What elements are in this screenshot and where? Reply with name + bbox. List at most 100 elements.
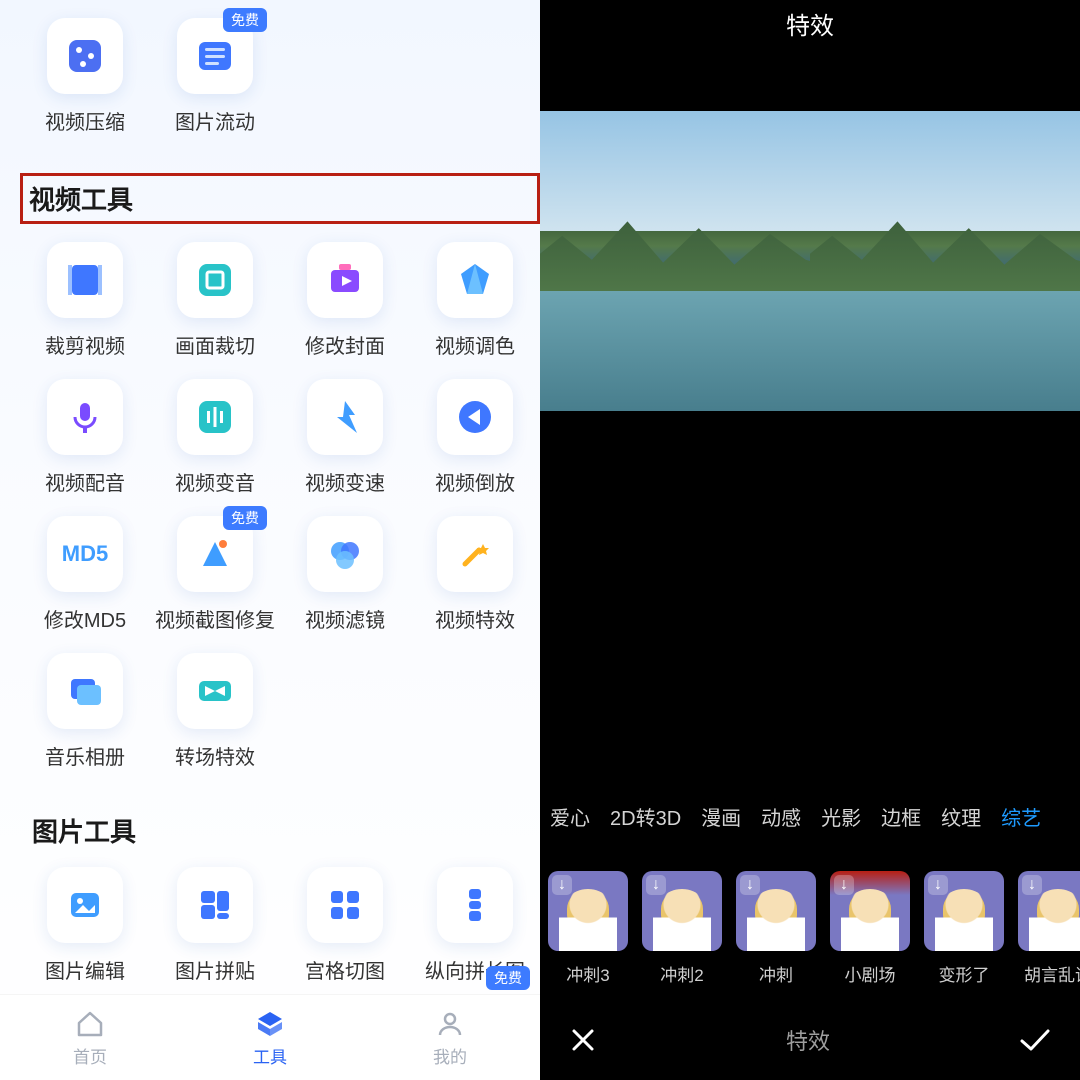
tool-video-effect[interactable]: 视频特效 [410, 516, 540, 633]
download-icon: ↓ [928, 875, 948, 895]
tool-label: 视频滤镜 [305, 604, 385, 633]
check-icon [1018, 1025, 1052, 1055]
tool-video-filter[interactable]: 视频滤镜 [280, 516, 410, 633]
tool-video-color[interactable]: 视频调色 [410, 242, 540, 359]
tool-label: 视频变速 [305, 467, 385, 496]
effect-sprint[interactable]: ↓ 冲刺 [736, 871, 816, 986]
download-icon: ↓ [552, 875, 572, 895]
tool-label: 视频变音 [175, 467, 255, 496]
effect-label: 冲刺 [759, 961, 793, 986]
video-reverse-icon [437, 379, 513, 455]
tool-label: 视频配音 [45, 467, 125, 496]
tool-grid-cut[interactable]: 宫格切图 [280, 867, 410, 984]
cat-variety[interactable]: 综艺 [1001, 802, 1041, 831]
tool-edit-cover[interactable]: 修改封面 [280, 242, 410, 359]
tool-voice-change[interactable]: 视频变音 [150, 379, 280, 496]
cancel-button[interactable] [568, 1025, 598, 1055]
home-icon [73, 1007, 107, 1041]
tool-video-dub[interactable]: 视频配音 [20, 379, 150, 496]
effect-category-tabs: 爱心 2D转3D 漫画 动感 光影 边框 纹理 综艺 [540, 792, 1080, 851]
transition-fx-icon [177, 653, 253, 729]
close-icon [568, 1025, 598, 1055]
image-tools-title: 图片工具 [0, 790, 540, 867]
tool-music-album[interactable]: 音乐相册 [20, 653, 150, 770]
video-compress-icon [47, 18, 123, 94]
voice-change-icon [177, 379, 253, 455]
tool-screenshot-fix[interactable]: 免费 视频截图修复 [150, 516, 280, 633]
tool-label: 视频调色 [435, 330, 515, 359]
nav-label: 工具 [253, 1043, 287, 1068]
tools-icon [253, 1007, 287, 1041]
effect-label: 小剧场 [845, 961, 896, 986]
effect-theatre[interactable]: ↓ 小剧场 [830, 871, 910, 986]
effect-nonsense[interactable]: ↓ 胡言乱语 [1018, 871, 1080, 986]
video-tools-title: 视频工具 [29, 185, 133, 215]
frame-crop-icon [177, 242, 253, 318]
tool-frame-crop[interactable]: 画面裁切 [150, 242, 280, 359]
tool-label: 修改封面 [305, 330, 385, 359]
crop-video-icon [47, 242, 123, 318]
preview-right [810, 111, 1080, 411]
video-preview[interactable] [540, 51, 1080, 471]
grid-cut-icon [307, 867, 383, 943]
preview-left [540, 111, 810, 411]
nav-mine[interactable]: 我的 [433, 1007, 467, 1068]
tool-label: 图片拼贴 [175, 955, 255, 984]
image-flow-icon: 免费 [177, 18, 253, 94]
download-icon: ↓ [834, 875, 854, 895]
tool-image-flow[interactable]: 免费 图片流动 [150, 18, 280, 135]
tool-image-edit[interactable]: 图片编辑 [20, 867, 150, 984]
cat-texture[interactable]: 纹理 [941, 802, 981, 831]
tools-screen: 视频压缩 免费 图片流动 视频工具 裁剪视频 画面裁切 [0, 0, 540, 1080]
md5-icon: MD5 [47, 516, 123, 592]
cat-dynamic[interactable]: 动感 [761, 802, 801, 831]
video-tools-grid: 裁剪视频 画面裁切 修改封面 视频调色 视频配音 [0, 242, 540, 790]
free-badge: 免费 [223, 506, 267, 530]
effect-sprint2[interactable]: ↓ 冲刺2 [642, 871, 722, 986]
cat-comic[interactable]: 漫画 [701, 802, 741, 831]
effect-deformed[interactable]: ↓ 变形了 [924, 871, 1004, 986]
video-filter-icon [307, 516, 383, 592]
screenshot-fix-icon: 免费 [177, 516, 253, 592]
tool-video-compress[interactable]: 视频压缩 [20, 18, 150, 135]
music-album-icon [47, 653, 123, 729]
tool-label: 图片流动 [175, 106, 255, 135]
nav-label: 首页 [73, 1043, 107, 1068]
free-badge: 免费 [223, 8, 267, 32]
tool-label: 裁剪视频 [45, 330, 125, 359]
vertical-long-icon [437, 867, 513, 943]
nav-home[interactable]: 首页 [73, 1007, 107, 1068]
cat-light[interactable]: 光影 [821, 802, 861, 831]
download-icon: ↓ [646, 875, 666, 895]
tool-label: 修改MD5 [44, 604, 126, 633]
effect-sprint3[interactable]: ↓ 冲刺3 [548, 871, 628, 986]
confirm-button[interactable] [1018, 1025, 1052, 1055]
download-icon: ↓ [740, 875, 760, 895]
edit-cover-icon [307, 242, 383, 318]
tool-speed-change[interactable]: 视频变速 [280, 379, 410, 496]
download-icon: ↓ [1022, 875, 1042, 895]
tool-video-reverse[interactable]: 视频倒放 [410, 379, 540, 496]
effect-label: 变形了 [939, 961, 990, 986]
tool-crop-video[interactable]: 裁剪视频 [20, 242, 150, 359]
tool-label: 宫格切图 [305, 955, 385, 984]
tool-label: 画面裁切 [175, 330, 255, 359]
tool-transition-fx[interactable]: 转场特效 [150, 653, 280, 770]
effects-title: 特效 [540, 0, 1080, 51]
tool-label: 转场特效 [175, 741, 255, 770]
cat-2d3d[interactable]: 2D转3D [610, 802, 681, 831]
tool-edit-md5[interactable]: MD5 修改MD5 [20, 516, 150, 633]
effects-bottom-bar: 特效 [540, 996, 1080, 1080]
highlighted-section-header: 视频工具 [20, 173, 540, 224]
bottom-nav: 首页 工具 我的 [0, 994, 540, 1080]
cat-heart[interactable]: 爱心 [550, 802, 590, 831]
video-effect-icon [437, 516, 513, 592]
nav-tools[interactable]: 工具 [253, 1007, 287, 1068]
video-color-icon [437, 242, 513, 318]
bottom-label: 特效 [786, 1024, 830, 1056]
tool-label: 视频特效 [435, 604, 515, 633]
floating-free-badge: 免费 [486, 966, 530, 990]
tool-image-collage[interactable]: 图片拼贴 [150, 867, 280, 984]
cat-frame[interactable]: 边框 [881, 802, 921, 831]
video-dub-icon [47, 379, 123, 455]
